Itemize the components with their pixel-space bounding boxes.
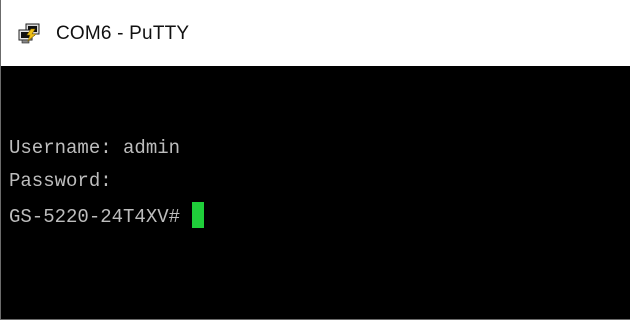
terminal-screen[interactable]: Username: admin Password: GS-5220-24T4XV… xyxy=(1,66,630,319)
terminal-line-text: Username: admin xyxy=(9,137,181,159)
terminal-cursor xyxy=(192,202,205,228)
terminal-line-prompt: GS-5220-24T4XV# xyxy=(9,202,205,229)
window-title: COM6 - PuTTY xyxy=(56,23,190,44)
title-bar[interactable]: COM6 - PuTTY xyxy=(1,0,630,66)
terminal-prompt-text: GS-5220-24T4XV# xyxy=(9,206,181,228)
putty-terminal-icon[interactable] xyxy=(17,23,41,45)
terminal-line-password: Password: xyxy=(9,169,112,193)
terminal-line-text: Password: xyxy=(9,170,112,192)
putty-window: COM6 - PuTTY Username: admin Password: G… xyxy=(0,0,630,320)
terminal-line-username: Username: admin xyxy=(9,136,180,160)
